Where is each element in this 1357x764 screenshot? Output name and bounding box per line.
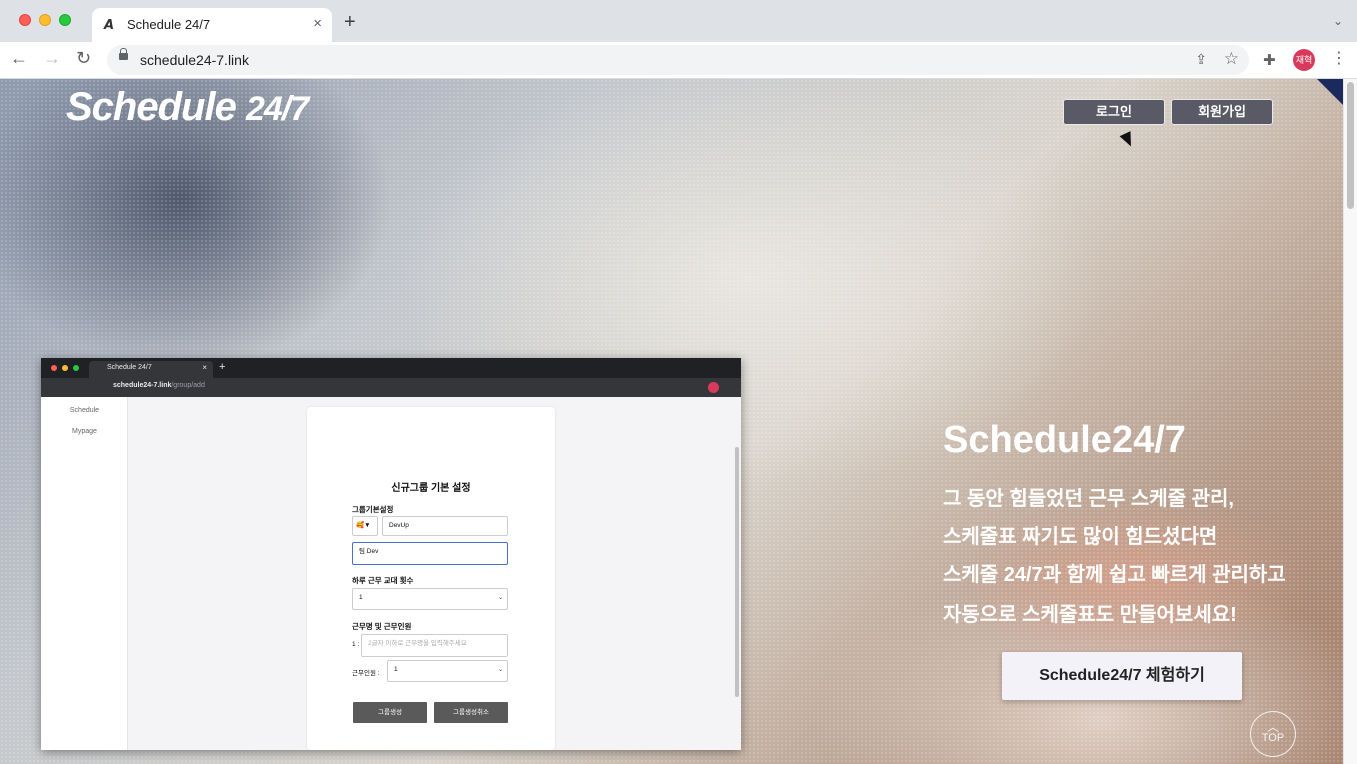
demo-tab: Schedule 24/7 × [89, 361, 213, 378]
browser-tab[interactable]: 𝘼 Schedule 24/7 × [92, 8, 332, 42]
tab-title: Schedule 24/7 [127, 17, 211, 32]
site-logo[interactable]: Schedule 24/7 [66, 85, 309, 130]
tab-search-icon[interactable]: ⌄ [1333, 14, 1343, 28]
demo-tab-strip: Schedule 24/7 × + [41, 358, 741, 378]
demo-avatar [708, 382, 719, 393]
try-schedule-button[interactable]: Schedule24/7 체험하기 [1002, 652, 1242, 700]
favicon-icon: 𝘼 [104, 17, 115, 32]
address-bar[interactable]: schedule24-7.link ⇪ ☆ [107, 45, 1249, 75]
demo-section-basic: 그룹기본설정 [352, 505, 394, 514]
demo-toolbar: schedule24-7.link/group/add [41, 378, 741, 397]
browser-menu-icon[interactable]: ⋮ [1331, 48, 1347, 68]
logo-suffix: 24/7 [245, 90, 309, 128]
demo-headcount-label: 근무인원 : [352, 670, 380, 677]
demo-cancel-group-button: 그룹생성취소 [434, 702, 508, 723]
demo-headcount-value: 1 [394, 666, 398, 673]
demo-section-shifts: 하루 근무 교대 횟수 [352, 576, 414, 585]
demo-sidebar-item-schedule: Schedule [69, 407, 100, 414]
hero-line-1: 그 동안 힘들었던 근무 스케줄 관리, [943, 488, 1234, 510]
forward-icon[interactable]: → [43, 49, 61, 67]
logo-main: Schedule [66, 85, 246, 129]
corner-ribbon [1317, 79, 1343, 105]
demo-section-shift-names: 근무명 및 근무인원 [352, 622, 412, 631]
demo-minimize-dot [62, 365, 68, 371]
demo-chevron-down-icon: ⌄ [497, 667, 503, 673]
demo-shift-name-placeholder: 2글자 이하로 근무명을 입력해주세요 [368, 640, 467, 647]
demo-form-card: 신규그룹 기본 설정 그룹기본설정 🥰▼ DevUp 팀 Dev 하루 근무 교… [307, 407, 555, 750]
demo-close-dot [51, 365, 57, 371]
demo-shifts-value: 1 [359, 594, 363, 601]
demo-url-host: schedule24-7.link [113, 382, 172, 389]
login-button[interactable]: 로그인 [1063, 99, 1165, 125]
extensions-icon[interactable]: ✚ [1263, 51, 1276, 69]
hero-line-3: 스케줄 24/7과 함께 쉽고 빠르게 관리하고 [943, 564, 1286, 586]
lock-icon [119, 48, 128, 60]
tab-close-icon[interactable]: × [313, 15, 322, 32]
bookmark-star-icon[interactable]: ☆ [1224, 49, 1239, 69]
demo-main: 신규그룹 기본 설정 그룹기본설정 🥰▼ DevUp 팀 Dev 하루 근무 교… [128, 397, 741, 750]
hero-title: Schedule24/7 [943, 419, 1186, 461]
demo-form-title: 신규그룹 기본 설정 [391, 483, 471, 494]
back-icon[interactable]: ← [10, 49, 28, 67]
demo-new-tab-icon: + [219, 361, 226, 373]
demo-shift-prefix: 1 : [352, 641, 360, 648]
demo-create-group-button: 그룹생성 [353, 702, 427, 723]
demo-scrollbar [735, 447, 739, 697]
demo-chevron-down-icon: ⌄ [497, 595, 503, 601]
url-text: schedule24-7.link [140, 52, 249, 68]
new-tab-button[interactable]: + [344, 12, 356, 32]
demo-url-path: /group/add [171, 382, 205, 389]
demo-tab-title: Schedule 24/7 [107, 364, 152, 371]
demo-shift-name-field: 2글자 이하로 근무명을 입력해주세요 [361, 634, 508, 657]
top-label: TOP [1261, 732, 1285, 744]
hero-line-2: 스케줄표 짜기도 많이 힘드셨다면 [943, 526, 1218, 548]
signup-button[interactable]: 회원가입 [1171, 99, 1273, 125]
demo-url: schedule24-7.link/group/add [113, 382, 205, 389]
demo-tab-close-icon: × [202, 363, 207, 372]
hero-line-4: 자동으로 스케줄표도 만들어보세요! [943, 604, 1237, 626]
demo-group-name-field: DevUp [382, 516, 508, 536]
demo-screenshot: Schedule 24/7 × + schedule24-7.link/grou… [41, 358, 741, 750]
demo-sidebar: Schedule Mypage [41, 397, 128, 750]
share-icon[interactable]: ⇪ [1195, 51, 1207, 68]
scrollbar-thumb[interactable] [1347, 82, 1354, 209]
browser-toolbar: ← → ↻ schedule24-7.link ⇪ ☆ ✚ 재혁 ⋮ [0, 42, 1357, 79]
scroll-to-top-button[interactable]: ︿ TOP [1250, 711, 1296, 757]
close-window-button[interactable] [19, 14, 31, 26]
landing-page: Schedule 24/7 로그인 회원가입 Schedule 24/7 × +… [0, 79, 1343, 764]
reload-icon[interactable]: ↻ [76, 49, 91, 67]
demo-description-field: 팀 Dev [352, 542, 508, 565]
page-scrollbar[interactable] [1343, 79, 1357, 764]
chevron-up-icon: ︿ [1266, 720, 1279, 734]
maximize-window-button[interactable] [59, 14, 71, 26]
demo-sidebar-item-mypage: Mypage [72, 428, 97, 435]
minimize-window-button[interactable] [39, 14, 51, 26]
demo-headcount-select: 1 ⌄ [387, 660, 508, 682]
browser-tab-strip: 𝘼 Schedule 24/7 × + ⌄ [0, 0, 1357, 42]
demo-shifts-select: 1 ⌄ [352, 588, 508, 610]
demo-maximize-dot [73, 365, 79, 371]
demo-emoji-select: 🥰▼ [352, 516, 378, 536]
profile-avatar[interactable]: 재혁 [1293, 49, 1315, 71]
